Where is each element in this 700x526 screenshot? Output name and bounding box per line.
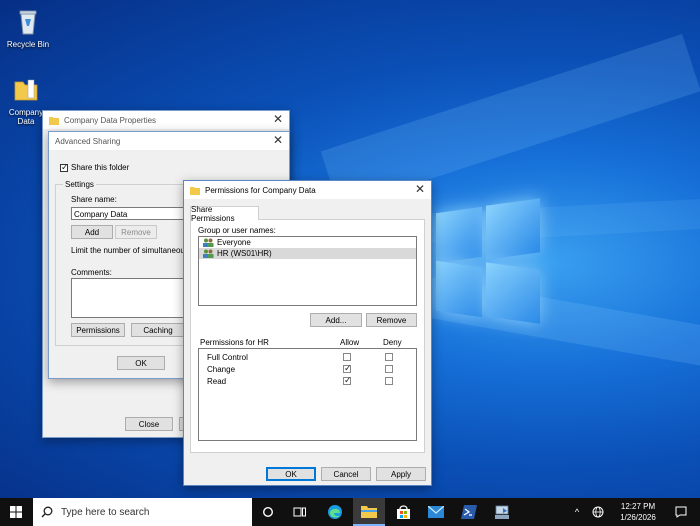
permissions-dialog: Permissions for Company Data ✕ Share Per… [183, 180, 432, 486]
users-icon [203, 238, 214, 247]
list-item-everyone[interactable]: Everyone [199, 237, 416, 248]
permissions-titlebar: Permissions for Company Data ✕ [184, 181, 431, 199]
clock[interactable]: 12:27 PM 1/26/2026 [612, 501, 664, 523]
windows-start-icon [10, 506, 22, 518]
cortana-button[interactable] [254, 498, 282, 526]
allow-change-checkbox[interactable] [343, 363, 352, 374]
remove-share-button[interactable]: Remove [115, 225, 157, 239]
users-icon [203, 249, 214, 258]
store-icon [396, 504, 410, 519]
permission-change: Change [207, 365, 236, 374]
recycle-bin-icon [19, 10, 37, 35]
close-icon[interactable]: ✕ [415, 183, 425, 196]
comments-label: Comments: [71, 268, 112, 277]
folder-icon [49, 116, 59, 125]
mail-icon [428, 506, 444, 518]
edge-button[interactable] [320, 498, 350, 526]
powershell-button[interactable] [454, 498, 484, 526]
cancel-button[interactable]: Cancel [321, 467, 371, 481]
allow-read-checkbox[interactable] [343, 375, 352, 386]
permissions-for-label: Permissions for HR [200, 338, 269, 347]
start-button[interactable] [0, 498, 32, 526]
cortana-icon [262, 506, 274, 518]
list-item-hr[interactable]: HR (WS01\HR) [199, 248, 416, 259]
task-view-icon [293, 507, 306, 517]
allow-full-control-checkbox[interactable] [343, 353, 351, 361]
notification-icon [675, 506, 687, 518]
close-icon[interactable]: ✕ [273, 113, 283, 126]
apply-button[interactable]: Apply [376, 467, 426, 481]
deny-change-checkbox[interactable] [385, 365, 393, 373]
caching-button[interactable]: Caching [131, 323, 185, 337]
properties-titlebar: Company Data Properties ✕ [43, 111, 289, 129]
network-button[interactable] [590, 498, 606, 526]
add-share-button[interactable]: Add [71, 225, 113, 239]
user-name: Everyone [217, 238, 251, 247]
add-user-button[interactable]: Add... [310, 313, 362, 327]
group-names-label: Group or user names: [198, 226, 276, 235]
task-view-button[interactable] [286, 498, 314, 526]
share-folder-label: Share this folder [71, 163, 130, 172]
share-name-input[interactable]: Company Data [71, 207, 191, 220]
clock-time: 12:27 PM [620, 502, 656, 511]
ok-button[interactable]: OK [117, 356, 165, 370]
remove-user-button[interactable]: Remove [366, 313, 417, 327]
desktop-icon-label: Recycle Bin [6, 40, 50, 49]
notifications-button[interactable] [668, 498, 694, 526]
search-box[interactable]: Type here to search [33, 498, 252, 526]
permissions-table: Full Control Change Read [198, 348, 417, 441]
server-manager-icon [495, 505, 509, 519]
deny-full-control-checkbox[interactable] [385, 353, 393, 361]
advanced-sharing-titlebar: Advanced Sharing ✕ [49, 132, 289, 150]
comments-textarea[interactable] [71, 278, 191, 318]
edge-icon [328, 505, 342, 519]
allow-column-header: Allow [340, 338, 360, 347]
taskbar: Type here to search ^ 12:27 PM 1/26/2026 [0, 498, 700, 526]
permission-full-control: Full Control [207, 353, 248, 362]
globe-icon [592, 506, 604, 518]
deny-read-checkbox[interactable] [385, 377, 393, 385]
file-explorer-button[interactable] [353, 498, 385, 526]
advanced-sharing-title: Advanced Sharing [55, 136, 121, 146]
server-manager-button[interactable] [487, 498, 517, 526]
settings-label: Settings [63, 180, 96, 189]
folder-icon [14, 79, 38, 101]
powershell-icon [461, 505, 477, 519]
user-name: HR (WS01\HR) [217, 249, 272, 258]
folder-icon [190, 186, 200, 195]
limit-users-label: Limit the number of simultaneous u [71, 246, 196, 255]
properties-title: Company Data Properties [64, 115, 157, 125]
store-button[interactable] [388, 498, 418, 526]
share-folder-checkbox[interactable] [60, 162, 69, 173]
search-placeholder: Type here to search [61, 506, 150, 518]
windows-logo-wallpaper [436, 196, 540, 324]
permissions-title: Permissions for Company Data [205, 185, 316, 195]
permission-read: Read [207, 377, 227, 386]
chevron-up-icon[interactable]: ^ [570, 498, 584, 526]
share-name-label: Share name: [71, 195, 117, 204]
user-list: Everyone HR (WS01\HR) [198, 236, 417, 306]
deny-column-header: Deny [383, 338, 402, 347]
close-icon[interactable]: ✕ [273, 134, 283, 147]
desktop-icon-recycle-bin[interactable]: Recycle Bin [0, 6, 56, 49]
search-icon [41, 506, 53, 518]
permissions-button[interactable]: Permissions [71, 323, 125, 337]
clock-date: 1/26/2026 [620, 513, 656, 522]
tab-share-permissions[interactable]: Share Permissions [190, 205, 259, 223]
mail-button[interactable] [421, 498, 451, 526]
file-explorer-icon [361, 505, 377, 518]
ok-button[interactable]: OK [266, 467, 316, 481]
close-button[interactable]: Close [125, 417, 173, 431]
